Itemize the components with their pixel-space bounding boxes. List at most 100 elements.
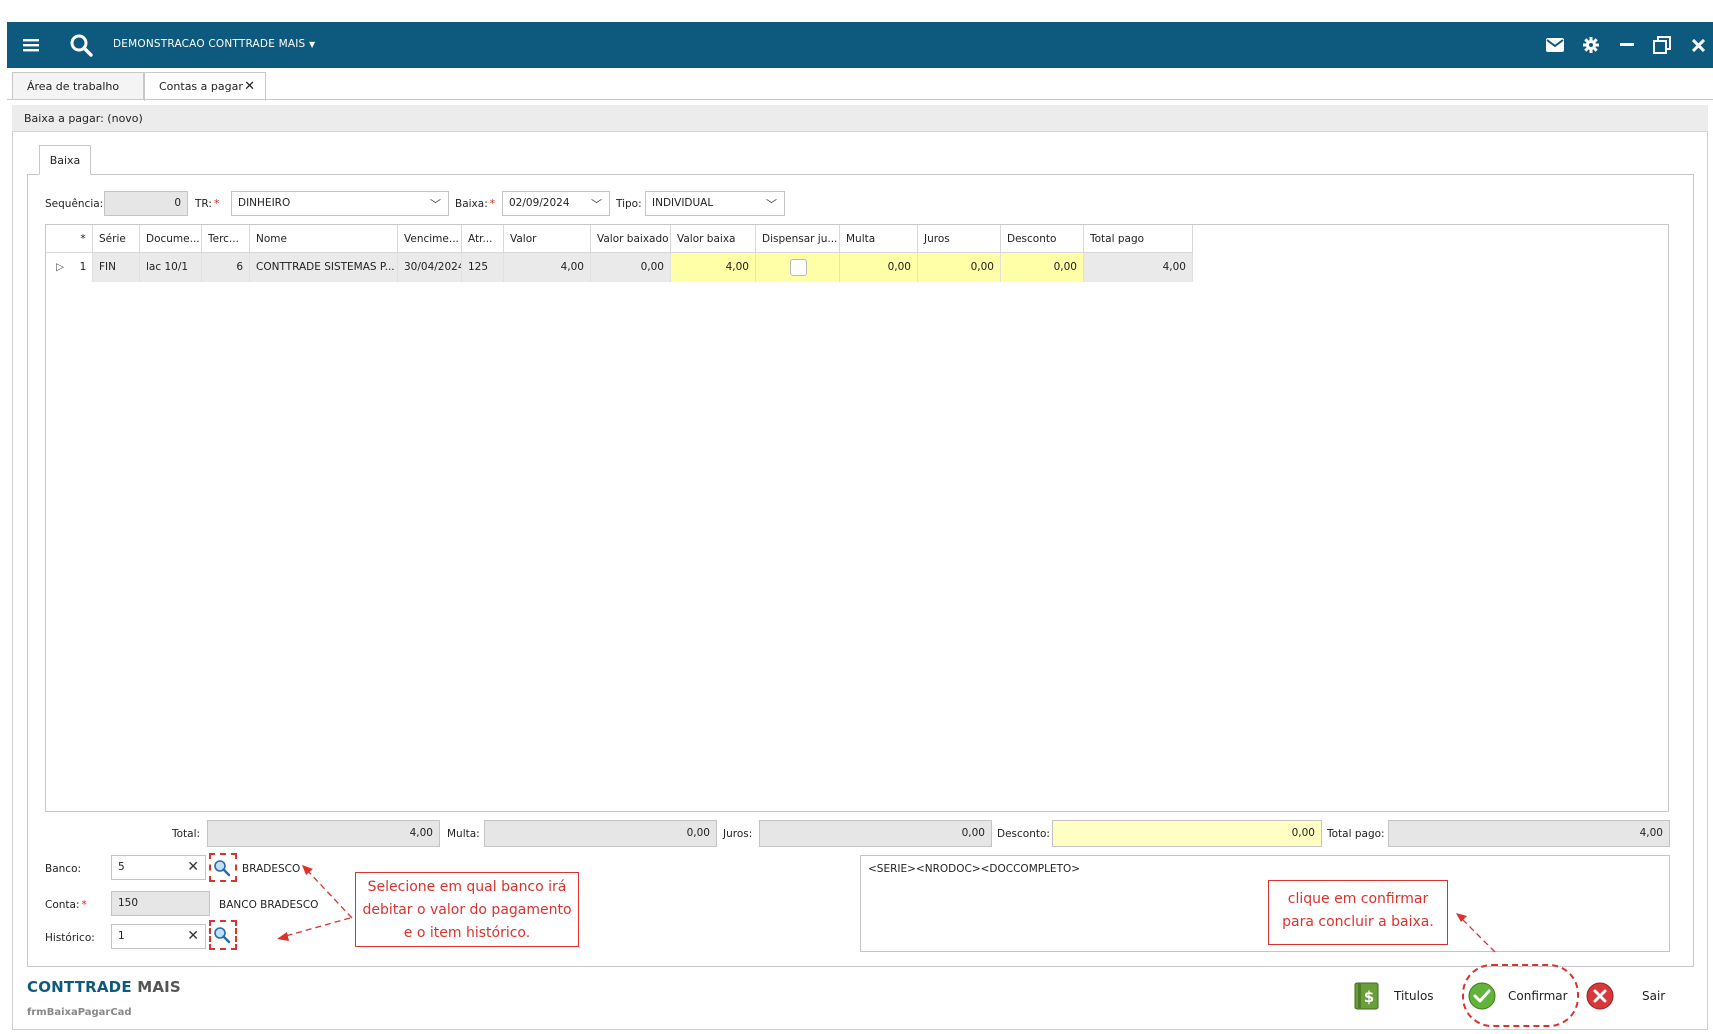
search-icon[interactable]	[67, 22, 95, 68]
cell-valor-baixado[interactable]: 0,00	[591, 253, 671, 282]
tab-label: Contas a pagar	[159, 80, 243, 93]
confirm-callout: clique em confirmar para concluir a baix…	[1268, 880, 1448, 945]
grid-header-documento[interactable]: Docume...	[140, 225, 202, 253]
grid-header-marker: *	[74, 225, 93, 253]
row-number: 1	[74, 253, 93, 282]
cell-valor[interactable]: 4,00	[504, 253, 591, 282]
conta-label-text: Conta:	[45, 899, 80, 911]
titulos-button[interactable]: $ Titulos	[1354, 982, 1434, 1010]
cell-total-pago[interactable]: 4,00	[1084, 253, 1193, 282]
multa-total-field: 0,00	[484, 820, 717, 847]
grid-header-nome[interactable]: Nome	[250, 225, 398, 253]
historico-label: Histórico:	[45, 932, 95, 944]
grid-header-terceiro[interactable]: Terc...	[202, 225, 250, 253]
tab-label: Baixa	[49, 154, 81, 167]
conta-name: BANCO BRADESCO	[219, 899, 319, 911]
cell-multa[interactable]: 0,00	[840, 253, 918, 282]
baixa-label-text: Baixa:	[455, 198, 488, 210]
conta-label: Conta: *	[45, 899, 87, 911]
banco-label: Banco:	[45, 863, 82, 875]
tr-select[interactable]: DINHEIRO ﹀	[231, 191, 449, 216]
app-header-bar: DEMONSTRACAO CONTTRADE MAIS ▼	[7, 22, 1713, 68]
grid-header-vencimento[interactable]: Vencime...	[398, 225, 462, 253]
titles-grid[interactable]: * Série Docume... Terc... Nome Vencime..…	[45, 224, 1669, 812]
clear-icon[interactable]: ✕	[187, 928, 199, 944]
desconto-total-field[interactable]: 0,00	[1052, 820, 1322, 847]
grid-header-valor-baixado[interactable]: Valor baixado	[591, 225, 671, 253]
required-mark: *	[213, 198, 220, 210]
grid-header-total-pago[interactable]: Total pago	[1084, 225, 1193, 253]
tab-close-icon[interactable]: ✕	[244, 79, 255, 94]
chevron-down-icon: ﹀	[430, 198, 441, 211]
grid-header-serie[interactable]: Série	[93, 225, 140, 253]
tab-baixa[interactable]: Baixa	[39, 145, 91, 175]
required-mark: *	[489, 198, 495, 210]
gear-icon[interactable]	[1579, 22, 1603, 68]
cell-nome[interactable]: CONTTRADE SISTEMAS P...	[250, 253, 398, 282]
restore-icon[interactable]	[1650, 22, 1674, 68]
tr-label-text: TR:	[195, 198, 212, 210]
minimize-icon[interactable]	[1615, 22, 1639, 68]
sair-label: Sair	[1642, 989, 1666, 1003]
cell-juros[interactable]: 0,00	[918, 253, 1001, 282]
close-icon[interactable]	[1687, 22, 1709, 68]
form-title-text: Baixa a pagar: (novo)	[24, 112, 143, 125]
cell-desconto[interactable]: 0,00	[1001, 253, 1084, 282]
cell-dispensar-juros[interactable]	[756, 253, 840, 282]
brand-logo: CONTTRADE MAIS	[27, 978, 181, 996]
brand-text: CONTTRADE	[27, 978, 132, 996]
cell-vencimento[interactable]: 30/04/2024	[398, 253, 462, 282]
company-selector[interactable]: DEMONSTRACAO CONTTRADE MAIS ▼	[113, 38, 315, 50]
required-mark: *	[81, 899, 87, 911]
historico-value: 1	[118, 930, 125, 942]
tipo-select[interactable]: INDIVIDUAL ﹀	[645, 191, 785, 216]
grid-header-atraso[interactable]: Atr...	[462, 225, 504, 253]
clear-icon[interactable]: ✕	[187, 859, 199, 875]
juros-total-field: 0,00	[759, 820, 992, 847]
cell-atraso[interactable]: 125	[462, 253, 504, 282]
total-pago-field: 4,00	[1388, 820, 1670, 847]
grid-header-dispensar-juros[interactable]: Dispensar ju...	[756, 225, 840, 253]
tr-value: DINHEIRO	[238, 197, 291, 209]
tab-area-de-trabalho[interactable]: Área de trabalho	[12, 72, 144, 100]
total-field: 4,00	[207, 820, 440, 847]
juros-total-label: Juros:	[723, 828, 753, 840]
row-expander-icon[interactable]: ▷	[46, 253, 74, 282]
form-title: Baixa a pagar: (novo)	[12, 105, 1708, 132]
historico-input[interactable]: 1 ✕	[111, 924, 206, 949]
caret-down-icon: ▼	[308, 40, 316, 49]
grid-header-desconto[interactable]: Desconto	[1001, 225, 1084, 253]
chevron-down-icon: ﹀	[591, 198, 602, 211]
cell-documento[interactable]: lac 10/1	[140, 253, 202, 282]
historico-text-area[interactable]: <SERIE><NRODOC><DOCCOMPLETO>	[860, 855, 1670, 952]
dispensar-juros-checkbox[interactable]	[790, 259, 807, 276]
cell-valor-baixa[interactable]: 4,00	[671, 253, 756, 282]
highlight-box	[209, 920, 237, 950]
money-book-icon: $	[1354, 982, 1380, 1010]
baixa-date-value: 02/09/2024	[509, 197, 570, 209]
grid-header-valor-baixa[interactable]: Valor baixa	[671, 225, 756, 253]
sequencia-field: 0	[104, 191, 188, 216]
baixa-date-input[interactable]: 02/09/2024 ﹀	[502, 191, 610, 216]
hamburger-icon[interactable]	[19, 22, 43, 68]
grid-header-valor[interactable]: Valor	[504, 225, 591, 253]
tab-label: Área de trabalho	[27, 80, 120, 93]
total-label: Total:	[172, 828, 201, 840]
sair-button[interactable]: Sair	[1586, 982, 1665, 1010]
grid-header-multa[interactable]: Multa	[840, 225, 918, 253]
grid-header-juros[interactable]: Juros	[918, 225, 1001, 253]
total-pago-label: Total pago:	[1327, 828, 1385, 840]
cell-serie[interactable]: FIN	[93, 253, 140, 282]
desconto-total-label: Desconto:	[997, 828, 1050, 840]
mail-icon[interactable]	[1543, 22, 1567, 68]
cancel-circle-icon	[1586, 982, 1614, 1010]
tipo-value: INDIVIDUAL	[652, 197, 714, 209]
confirm-highlight	[1462, 964, 1579, 1027]
banco-input[interactable]: 5 ✕	[111, 855, 206, 880]
multa-total-label: Multa:	[447, 828, 480, 840]
cell-terceiro[interactable]: 6	[202, 253, 250, 282]
tab-contas-a-pagar[interactable]: Contas a pagar ✕	[144, 72, 266, 101]
bank-callout: Selecione em qual banco irá debitar o va…	[355, 872, 579, 947]
tr-label: TR: *	[195, 198, 219, 210]
sequencia-label: Sequência:	[45, 198, 104, 210]
